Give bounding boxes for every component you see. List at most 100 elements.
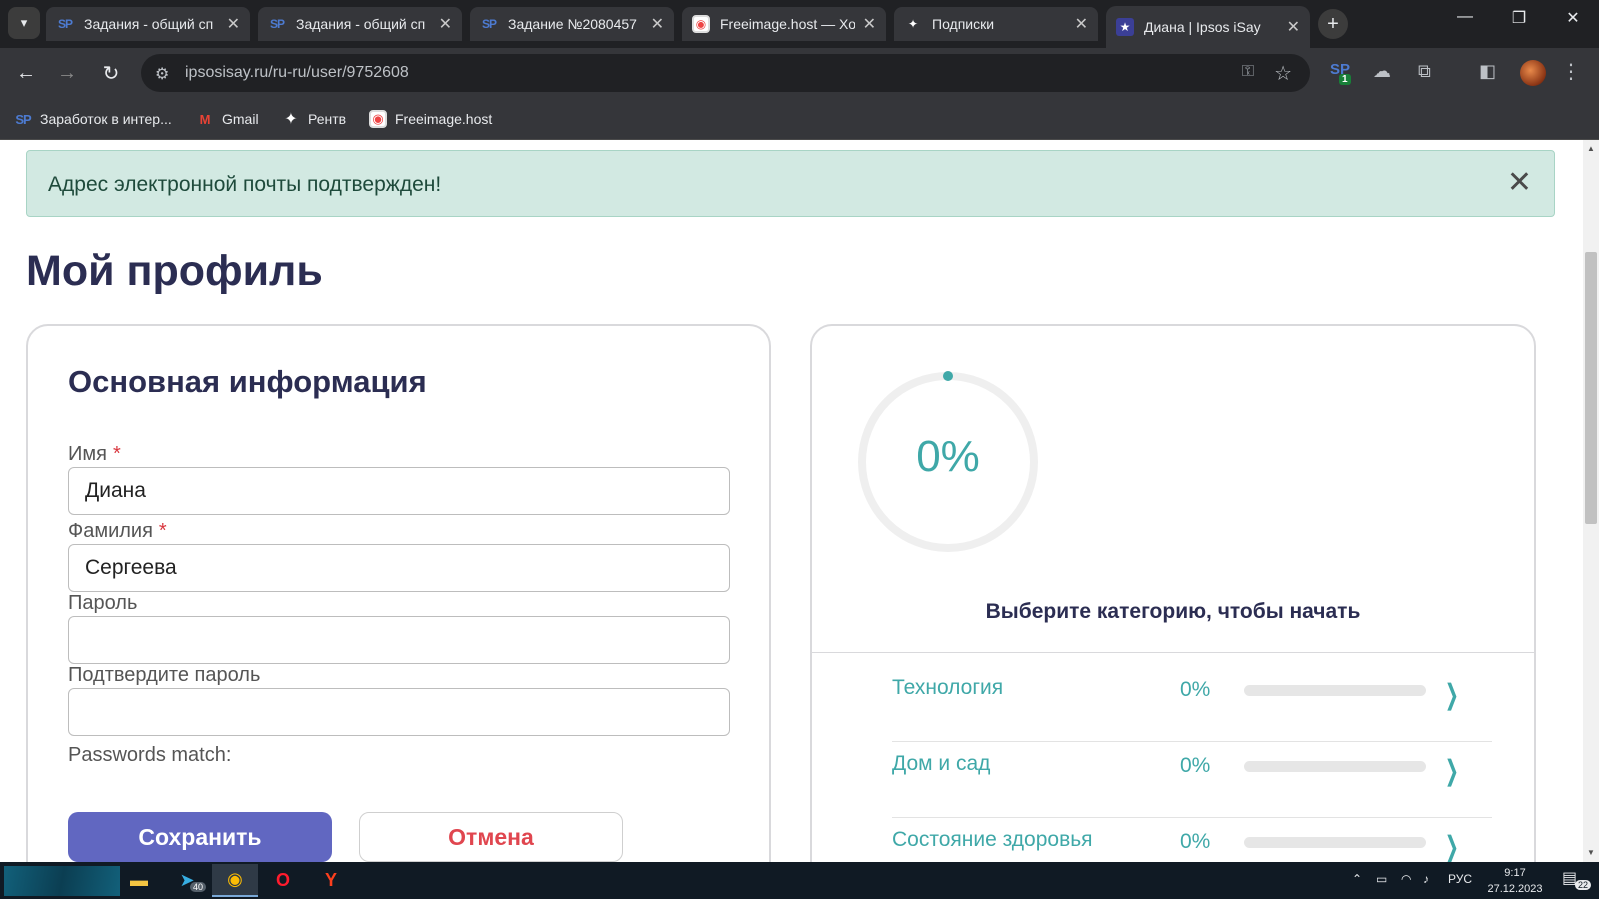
close-icon[interactable]: ✕ bbox=[651, 14, 664, 34]
side-panel-icon[interactable]: ◧ bbox=[1479, 61, 1496, 82]
bookmark-star-icon[interactable]: ☆ bbox=[1274, 61, 1292, 86]
last-name-label: Фамилия * bbox=[68, 520, 167, 543]
close-icon: ✕ bbox=[1566, 10, 1580, 27]
notifications-badge: 22 bbox=[1575, 880, 1592, 890]
sp-icon: SP bbox=[57, 17, 73, 31]
close-icon[interactable]: ✕ bbox=[1075, 14, 1088, 34]
plus-icon: + bbox=[1327, 12, 1339, 35]
browser-tab[interactable]: ◉ Freeimage.host — Хо ✕ bbox=[682, 7, 886, 41]
first-name-input[interactable] bbox=[68, 467, 730, 515]
start-area[interactable] bbox=[4, 866, 120, 896]
back-button[interactable]: ← bbox=[13, 60, 39, 86]
cancel-button[interactable]: Отмена bbox=[359, 812, 623, 862]
sp-icon: SP bbox=[15, 111, 31, 127]
password-input[interactable] bbox=[68, 616, 730, 664]
bookmark-item[interactable]: ✦ Рентв bbox=[282, 110, 346, 128]
basic-info-card: Основная информация Имя* Фамилия* Пароль… bbox=[26, 324, 771, 884]
first-name-label: Имя * bbox=[68, 443, 121, 466]
category-name: Дом и сад bbox=[892, 752, 991, 775]
category-progress-bar bbox=[1244, 685, 1426, 696]
alert-text: Адрес электронной почты подтвержден! bbox=[48, 173, 442, 196]
page-scrollbar[interactable]: ▲ ▼ bbox=[1583, 140, 1599, 862]
section-title: Основная информация bbox=[68, 364, 427, 399]
chevron-down-icon: ▾ bbox=[20, 15, 28, 30]
extensions-puzzle-icon[interactable]: ⧉ bbox=[1418, 61, 1431, 82]
category-progress-bar bbox=[1244, 837, 1426, 848]
label-text: Имя bbox=[68, 443, 107, 465]
browser-tab[interactable]: ✦ Подписки ✕ bbox=[894, 7, 1098, 41]
freeimage-icon: ◉ bbox=[369, 110, 387, 128]
reload-icon: ↻ bbox=[102, 62, 120, 85]
scroll-up-icon[interactable]: ▲ bbox=[1587, 144, 1595, 153]
bookmarks-bar: SP Заработок в интер... M Gmail ✦ Рентв … bbox=[0, 98, 1599, 140]
tab-title: Задания - общий сп bbox=[296, 16, 426, 32]
address-bar[interactable]: ⚙ ipsosisay.ru/ru-ru/user/9752608 ⚿ ☆ bbox=[141, 54, 1310, 92]
tab-title: Freeimage.host — Хо bbox=[720, 16, 855, 32]
category-progress-bar bbox=[1244, 761, 1426, 772]
cloud-extension-icon[interactable]: ☁ bbox=[1373, 61, 1391, 82]
close-icon[interactable]: ✕ bbox=[1287, 17, 1300, 37]
category-percent: 0% bbox=[1180, 754, 1211, 777]
tray-expand-icon[interactable]: ⌃ bbox=[1352, 872, 1362, 886]
language-indicator[interactable]: РУС bbox=[1448, 872, 1472, 886]
profile-avatar[interactable] bbox=[1520, 60, 1546, 86]
minimize-button[interactable]: — bbox=[1442, 8, 1488, 26]
browser-tab[interactable]: SP Задания - общий сп ✕ bbox=[258, 7, 462, 41]
last-name-input[interactable] bbox=[68, 544, 730, 592]
volume-icon[interactable]: ♪ bbox=[1423, 872, 1429, 886]
tab-title: Диана | Ipsos iSay bbox=[1144, 19, 1261, 35]
bookmark-item[interactable]: M Gmail bbox=[196, 110, 259, 128]
browser-tab-active[interactable]: ★ Диана | Ipsos iSay ✕ bbox=[1106, 6, 1310, 48]
close-window-button[interactable]: ✕ bbox=[1550, 8, 1596, 28]
file-explorer-icon[interactable]: ▬ bbox=[116, 864, 162, 897]
extension-badge: 1 bbox=[1339, 74, 1351, 85]
browser-tab[interactable]: SP Задание №2080457 ✕ bbox=[470, 7, 674, 41]
required-mark: * bbox=[158, 520, 167, 542]
tab-title: Подписки bbox=[932, 16, 995, 32]
close-icon[interactable]: ✕ bbox=[439, 14, 452, 34]
telegram-icon[interactable]: ➤ 40 bbox=[164, 864, 210, 897]
key-icon[interactable]: ⚿ bbox=[1242, 63, 1254, 81]
category-row-technology[interactable]: Технология 0% ❯ bbox=[892, 666, 1492, 742]
browser-tab[interactable]: SP Задания - общий сп ✕ bbox=[46, 7, 250, 41]
chevron-right-icon[interactable]: ❯ bbox=[1445, 830, 1459, 863]
arrow-right-icon: → bbox=[57, 61, 77, 84]
bookmark-item[interactable]: ◉ Freeimage.host bbox=[369, 110, 492, 128]
success-alert: Адрес электронной почты подтвержден! ✕ bbox=[26, 150, 1555, 217]
required-mark: * bbox=[112, 443, 121, 465]
new-tab-button[interactable]: + bbox=[1318, 9, 1348, 39]
chevron-right-icon[interactable]: ❯ bbox=[1445, 754, 1459, 787]
site-settings-icon[interactable]: ⚙ bbox=[155, 64, 169, 84]
forward-button[interactable]: → bbox=[54, 60, 80, 86]
category-row-home-garden[interactable]: Дом и сад 0% ❯ bbox=[892, 742, 1492, 818]
star-icon: ✦ bbox=[907, 17, 919, 31]
chrome-icon[interactable]: ◉ bbox=[212, 864, 258, 897]
restore-icon: ❐ bbox=[1511, 10, 1527, 27]
scroll-thumb[interactable] bbox=[1585, 252, 1597, 524]
confirm-password-input[interactable] bbox=[68, 688, 730, 736]
save-button[interactable]: Сохранить bbox=[68, 812, 332, 862]
sp-icon: SP bbox=[269, 17, 285, 31]
chevron-right-icon[interactable]: ❯ bbox=[1445, 678, 1459, 711]
yandex-icon[interactable]: Y bbox=[308, 864, 354, 897]
close-icon[interactable]: ✕ bbox=[1507, 168, 1532, 198]
menu-dots-icon[interactable]: ⋮ bbox=[1561, 59, 1581, 84]
bookmark-item[interactable]: SP Заработок в интер... bbox=[14, 110, 172, 128]
url-text[interactable]: ipsosisay.ru/ru-ru/user/9752608 bbox=[185, 64, 409, 82]
reload-button[interactable]: ↻ bbox=[98, 60, 124, 86]
star-icon: ✦ bbox=[284, 111, 298, 128]
bookmark-label: Freeimage.host bbox=[395, 111, 493, 127]
gmail-icon: M bbox=[199, 111, 211, 127]
scroll-down-icon[interactable]: ▼ bbox=[1587, 848, 1595, 857]
bookmark-label: Заработок в интер... bbox=[40, 111, 172, 127]
clock[interactable]: 9:17 27.12.2023 bbox=[1480, 865, 1550, 897]
passwords-match-text: Passwords match: bbox=[68, 744, 232, 766]
close-icon[interactable]: ✕ bbox=[863, 14, 876, 34]
category-percent: 0% bbox=[1180, 678, 1211, 701]
battery-icon[interactable]: ▭ bbox=[1376, 872, 1387, 886]
tab-search-button[interactable]: ▾ bbox=[8, 7, 40, 39]
close-icon[interactable]: ✕ bbox=[227, 14, 240, 34]
opera-icon[interactable]: O bbox=[260, 864, 306, 897]
wifi-icon[interactable]: ◠ bbox=[1401, 872, 1411, 886]
restore-button[interactable]: ❐ bbox=[1496, 8, 1542, 28]
